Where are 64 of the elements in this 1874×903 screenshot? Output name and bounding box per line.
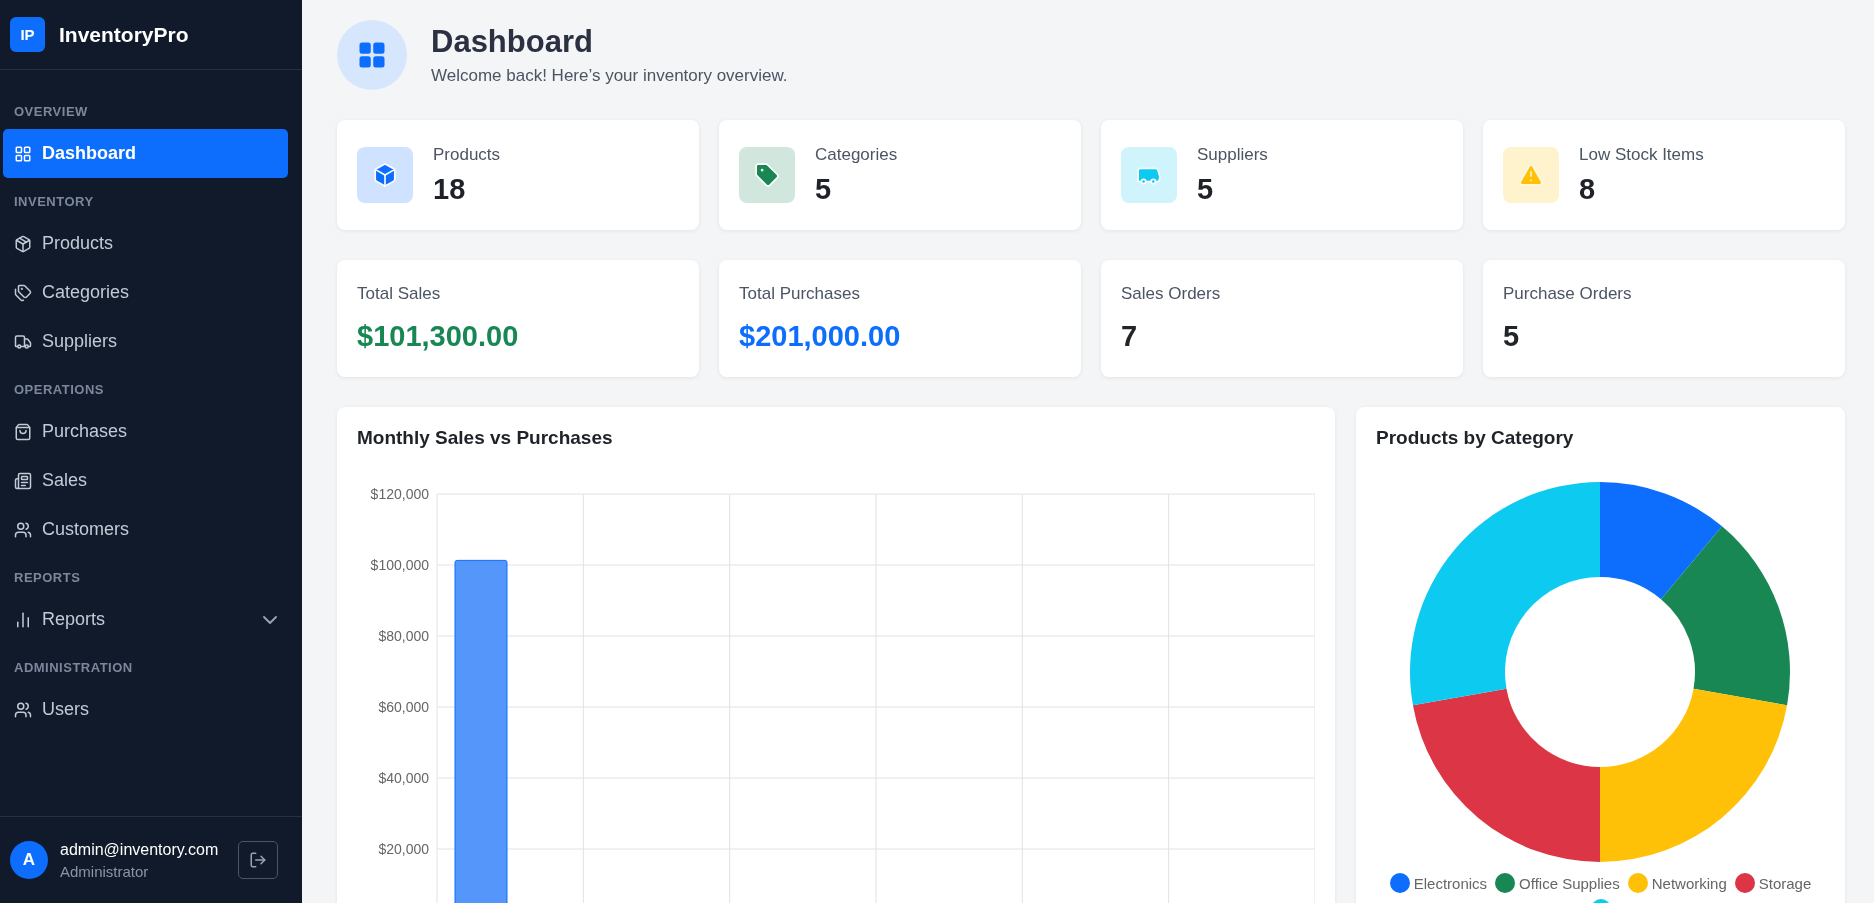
user-role: Administrator <box>60 862 150 880</box>
legend-label: Networking <box>1651 874 1727 892</box>
axis-label: $40,000 <box>378 770 429 786</box>
logout-button[interactable] <box>238 841 278 879</box>
sidebar-item[interactable]: Users <box>3 685 288 734</box>
chart-title: Products by Category <box>1376 427 1575 449</box>
nav-icon <box>14 471 32 490</box>
stat-label: Products <box>433 144 501 165</box>
nav-icon <box>14 700 32 719</box>
axis-label: $100,000 <box>370 557 429 573</box>
stat-value: 5 <box>815 172 833 206</box>
legend-label: Storage <box>1758 874 1812 892</box>
nav-icon <box>14 144 32 163</box>
legend-dot <box>1627 873 1648 893</box>
nav-icon <box>14 520 32 539</box>
nav-icon <box>14 283 32 302</box>
sidebar-item[interactable]: Suppliers <box>3 317 288 366</box>
sidebar-item[interactable]: Customers <box>3 505 288 554</box>
nav-icon <box>14 422 32 441</box>
sidebar-item[interactable]: Reports <box>3 595 288 644</box>
summary-label: Sales Orders <box>1121 284 1222 304</box>
stat-value: 8 <box>1579 172 1597 206</box>
stat-label: Categories <box>815 144 898 165</box>
axis-label: $120,000 <box>370 486 429 502</box>
summary-value: 7 <box>1121 320 1139 353</box>
legend-label: Electronics <box>1413 874 1488 892</box>
sidebar-item[interactable]: Dashboard <box>3 129 288 178</box>
summary-value: 5 <box>1503 320 1521 353</box>
nav-icon <box>14 610 32 629</box>
stat-label: Low Stock Items <box>1579 144 1704 165</box>
sidebar-item[interactable]: Sales <box>3 456 288 505</box>
legend-dot <box>1734 873 1755 893</box>
user-email: admin@inventory.com <box>60 840 220 859</box>
page-title: Dashboard <box>431 24 594 60</box>
summary-label: Total Purchases <box>739 284 861 304</box>
summary-label: Purchase Orders <box>1503 284 1633 304</box>
section-title: ADMINISTRATION <box>13 659 134 677</box>
sidebar-item[interactable]: Categories <box>3 268 288 317</box>
sidebar-item[interactable]: Products <box>3 219 288 268</box>
axis-label: $20,000 <box>378 841 429 857</box>
summary-label: Total Sales <box>357 284 442 304</box>
brand-name: InventoryPro <box>59 22 189 47</box>
stat-value: 18 <box>433 172 467 206</box>
page-subtitle: Welcome back! Here’s your inventory overview. <box>431 66 788 86</box>
section-title: OPERATIONS <box>13 381 105 399</box>
chart-title: Monthly Sales vs Purchases <box>357 427 614 449</box>
axis-label: $80,000 <box>378 628 429 644</box>
legend-label: Office Supplies <box>1519 874 1620 892</box>
legend-dot <box>1495 873 1516 893</box>
summary-value: $101,300.00 <box>357 320 520 353</box>
legend-dot <box>1389 873 1410 893</box>
nav-icon <box>14 332 32 351</box>
section-title: OVERVIEW <box>13 103 89 121</box>
stat-value: 5 <box>1197 172 1215 206</box>
stat-label: Suppliers <box>1197 144 1268 165</box>
axis-label: $60,000 <box>378 699 429 715</box>
logout-icon <box>249 851 267 869</box>
section-title: REPORTS <box>13 569 82 587</box>
user-avatar: A <box>10 841 48 879</box>
nav-icon <box>14 234 32 253</box>
summary-value: $201,000.00 <box>739 320 902 353</box>
sidebar-item[interactable]: Purchases <box>3 407 288 456</box>
section-title: INVENTORY <box>13 193 95 211</box>
brand-logo: IP <box>10 17 45 52</box>
